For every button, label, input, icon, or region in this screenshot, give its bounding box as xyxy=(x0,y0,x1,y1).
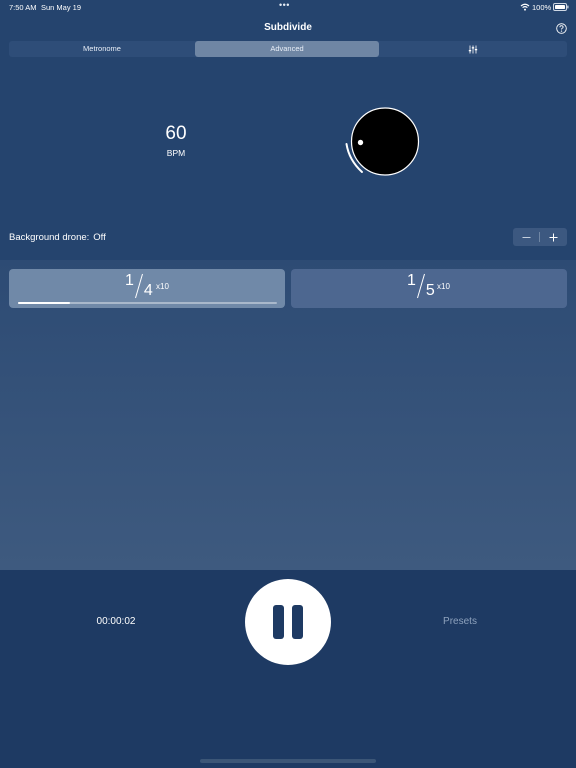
battery-percentage: 100% xyxy=(532,3,552,12)
drone-value: Off xyxy=(93,232,106,243)
drone-stepper xyxy=(513,228,567,246)
presets-button[interactable]: Presets xyxy=(430,616,490,627)
subdivision-card-1[interactable]: 1 4 x10 xyxy=(9,269,285,308)
status-time: 7:50 AM xyxy=(9,3,37,12)
bpm-label: BPM xyxy=(166,148,186,158)
minus-icon xyxy=(522,236,531,238)
pause-icon xyxy=(292,605,303,639)
fraction-denominator: 4 xyxy=(143,282,153,299)
multitasking-dots[interactable]: ••• xyxy=(279,0,290,10)
background-drone-setting[interactable]: Background drone: Off xyxy=(9,232,106,243)
wifi-icon xyxy=(520,3,530,11)
elapsed-time: 00:00:02 xyxy=(96,616,136,627)
decrement-button[interactable] xyxy=(513,228,540,246)
mode-segmented-control: Metronome Advanced xyxy=(9,41,567,57)
tab-mixer[interactable] xyxy=(379,41,567,57)
help-icon[interactable] xyxy=(556,23,567,34)
repeat-count: x10 xyxy=(156,282,169,291)
page-title: Subdivide xyxy=(264,22,312,33)
top-area xyxy=(0,0,576,260)
subdivision-card-2[interactable]: 1 5 x10 xyxy=(291,269,567,308)
tab-metronome[interactable]: Metronome xyxy=(9,41,195,57)
increment-button[interactable] xyxy=(540,228,567,246)
tempo-knob[interactable] xyxy=(340,102,424,182)
status-date: Sun May 19 xyxy=(41,3,82,12)
bpm-value: 60 xyxy=(165,123,187,144)
fraction-numerator: 1 xyxy=(407,272,416,289)
plus-icon xyxy=(549,233,558,241)
tab-advanced[interactable]: Advanced xyxy=(195,41,379,57)
stepper-divider xyxy=(539,232,540,242)
fraction-slash-icon xyxy=(416,273,425,299)
fraction-denominator: 5 xyxy=(425,282,435,299)
fraction-numerator: 1 xyxy=(125,272,134,289)
pause-button[interactable] xyxy=(245,579,331,665)
progress-fill xyxy=(18,302,70,304)
subdivision-fraction: 1 5 xyxy=(407,273,435,301)
fraction-slash-icon xyxy=(134,273,143,299)
drone-label: Background drone: xyxy=(9,232,90,243)
repeat-count: x10 xyxy=(437,282,450,291)
sliders-icon xyxy=(468,45,478,53)
home-indicator[interactable] xyxy=(200,759,376,763)
pause-icon xyxy=(273,605,284,639)
subdivision-fraction: 1 4 xyxy=(125,273,153,301)
battery-icon xyxy=(553,3,569,11)
